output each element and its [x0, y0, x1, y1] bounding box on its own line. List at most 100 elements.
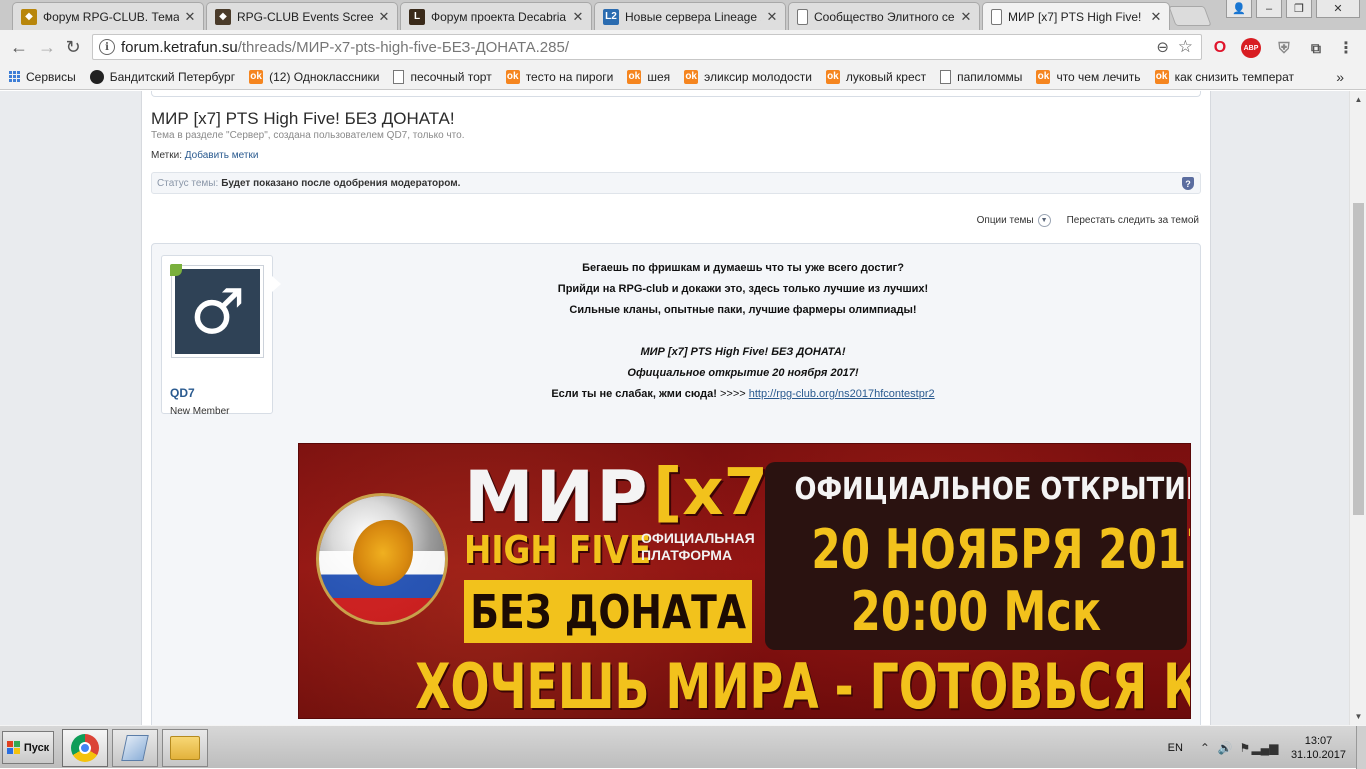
- more-bookmarks-icon[interactable]: »: [1336, 69, 1344, 85]
- close-tab-icon[interactable]: ✕: [765, 9, 779, 25]
- bookmark-label: Бандитский Петербург: [109, 69, 236, 84]
- vertical-scrollbar[interactable]: ▲ ▼: [1349, 91, 1366, 725]
- zoom-icon[interactable]: ⊖: [1156, 38, 1169, 56]
- close-tab-icon[interactable]: ✕: [571, 9, 585, 25]
- odnoklassniki-icon: ok: [684, 69, 699, 84]
- tab-title: Форум проекта Decabria.r: [431, 9, 567, 24]
- bookmark-item[interactable]: ok тесто на пироги: [505, 69, 613, 84]
- status-label: Статус темы:: [157, 177, 219, 189]
- browser-tab-1[interactable]: ◆ Форум RPG-CLUB. Тема: М ✕: [12, 2, 204, 30]
- close-tab-icon[interactable]: ✕: [377, 9, 391, 25]
- odnoklassniki-icon: ok: [825, 69, 840, 84]
- add-tags-link[interactable]: Добавить метки: [185, 150, 259, 161]
- bookmark-item[interactable]: ok (12) Одноклассники: [249, 69, 379, 84]
- new-tab-button[interactable]: [1168, 6, 1212, 26]
- bookmark-item[interactable]: песочный торт: [393, 69, 492, 84]
- scroll-up-icon[interactable]: ▲: [1350, 91, 1366, 108]
- bookmark-item[interactable]: ok шея: [627, 69, 670, 84]
- tab-title: Форум RPG-CLUB. Тема: М: [43, 9, 179, 24]
- adblock-icon[interactable]: ABP: [1241, 38, 1261, 58]
- scroll-down-icon[interactable]: ▼: [1350, 708, 1366, 725]
- browser-tab-2[interactable]: ◆ RPG-CLUB Events Screensh ✕: [206, 2, 398, 30]
- close-tab-icon[interactable]: ✕: [1149, 9, 1163, 25]
- taskbar-notes[interactable]: [112, 729, 158, 767]
- address-bar[interactable]: i forum.ketrafun.su /threads/МИР-x7-pts-…: [92, 34, 1202, 60]
- banner-opening-panel: ОФИЦИАЛЬНОЕ ОТКРЫТИЕ 20 НОЯБРЯ 2017 20:0…: [765, 462, 1191, 650]
- notepad-icon: [121, 735, 149, 761]
- network-icon[interactable]: ▂▄▆: [1251, 740, 1278, 756]
- tab-title: Сообщество Элитного сер: [814, 9, 955, 24]
- help-icon[interactable]: ?: [1182, 177, 1194, 190]
- page-icon: [393, 69, 405, 84]
- bookmark-item[interactable]: ok что чем лечить: [1036, 69, 1141, 84]
- shield-icon[interactable]: ⛨: [1274, 38, 1294, 58]
- bookmark-item[interactable]: ok луковый крест: [825, 69, 927, 84]
- page-title: МИР [x7] PTS High Five! БЕЗ ДОНАТА!: [151, 109, 455, 128]
- online-indicator: [170, 264, 182, 276]
- taskbar-chrome[interactable]: [62, 729, 108, 767]
- user-info-box: ♂ QD7 New Member: [161, 255, 281, 417]
- bookmark-label: что чем лечить: [1056, 69, 1141, 84]
- bookmark-apps[interactable]: Сервисы: [8, 70, 76, 84]
- username-link[interactable]: QD7: [170, 386, 195, 400]
- odnoklassniki-icon: ok: [627, 69, 642, 84]
- male-symbol-icon: ♂: [175, 269, 260, 354]
- bookmark-label: песочный торт: [410, 69, 492, 84]
- clock[interactable]: 13:07 31.10.2017: [1291, 734, 1346, 762]
- bookmark-label: луковый крест: [845, 69, 927, 84]
- site-info-icon[interactable]: i: [99, 39, 115, 55]
- menu-icon[interactable]: ⋮: [1336, 38, 1356, 58]
- window-controls: 👤 ‒ ❐ ✕: [1226, 0, 1360, 18]
- thread-options-link[interactable]: Опции темы: [977, 215, 1034, 226]
- minimize-icon[interactable]: ‒: [1256, 0, 1282, 18]
- avatar[interactable]: ♂: [171, 265, 264, 358]
- bookmark-item[interactable]: Бандитский Петербург: [89, 69, 236, 84]
- browser-tab-5[interactable]: Сообщество Элитного сер ✕: [788, 2, 980, 30]
- page-icon: [991, 9, 1002, 25]
- user-icon[interactable]: 👤: [1226, 0, 1252, 18]
- banner-platform: ОФИЦИАЛЬНАЯ ПЛАТФОРМА: [641, 530, 755, 563]
- close-window-icon[interactable]: ✕: [1316, 0, 1360, 18]
- userbox-pointer: [272, 276, 281, 292]
- close-tab-icon[interactable]: ✕: [959, 9, 973, 25]
- tab-strip: ◆ Форум RPG-CLUB. Тема: М ✕ ◆ RPG-CLUB E…: [0, 0, 1366, 31]
- opera-icon[interactable]: O: [1210, 38, 1230, 58]
- thread-status: Статус темы: Будет показано после одобре…: [151, 172, 1201, 194]
- system-tray: EN ⌃ 🔊 ⚑ ▂▄▆ 13:07 31.10.2017: [1168, 726, 1366, 769]
- tray-expand-icon[interactable]: ⌃: [1197, 740, 1213, 756]
- promo-link[interactable]: http://rpg-club.org/ns2017hfcontestpr2: [749, 388, 935, 400]
- back-icon[interactable]: ←: [8, 36, 30, 58]
- rpgclub-events-icon: ◆: [215, 8, 231, 25]
- start-button[interactable]: Пуск: [2, 731, 54, 764]
- show-desktop-button[interactable]: [1356, 726, 1366, 769]
- url-path: /threads/МИР-x7-pts-high-five-БЕЗ-ДОНАТА…: [237, 38, 569, 56]
- close-tab-icon[interactable]: ✕: [183, 9, 197, 25]
- odnoklassniki-icon: ok: [1154, 69, 1169, 84]
- promo-banner-image[interactable]: МИР [x7] HIGH FIVE ОФИЦИАЛЬНАЯ ПЛАТФОРМА…: [298, 443, 1191, 719]
- page-viewport: МИР [x7] PTS High Five! БЕЗ ДОНАТА! Тема…: [0, 91, 1349, 725]
- banner-official-opening: ОФИЦИАЛЬНОЕ ОТКРЫТИЕ: [794, 472, 1191, 507]
- scrollbar-thumb[interactable]: [1353, 203, 1364, 515]
- language-indicator[interactable]: EN: [1168, 742, 1183, 754]
- browser-tab-3[interactable]: L Форум проекта Decabria.r ✕: [400, 2, 592, 30]
- browser-toolbar: ← → ↻ i forum.ketrafun.su /threads/МИР-x…: [0, 30, 1366, 64]
- banner-time: 20:00 Мск: [850, 580, 1102, 643]
- taskbar-explorer[interactable]: [162, 729, 208, 767]
- restore-icon[interactable]: ❐: [1286, 0, 1312, 18]
- globe-firebird-logo: [319, 496, 445, 622]
- unwatch-thread-link[interactable]: Перестать следить за темой: [1067, 215, 1199, 226]
- bookmark-item[interactable]: ok как снизить температ: [1154, 69, 1294, 84]
- reload-icon[interactable]: ↻: [62, 36, 84, 58]
- volume-icon[interactable]: 🔊: [1217, 740, 1233, 756]
- browser-tab-4[interactable]: L2 Новые сервера Lineage 2 ✕: [594, 2, 786, 30]
- clock-date: 31.10.2017: [1290, 748, 1346, 761]
- bookmark-item[interactable]: ok эликсир молодости: [684, 69, 812, 84]
- browser-tab-active[interactable]: МИР [x7] PTS High Five! БЕ ✕: [982, 2, 1170, 31]
- extension-icon[interactable]: ⧉: [1306, 38, 1326, 58]
- chevron-down-icon[interactable]: ▼: [1037, 214, 1051, 227]
- forward-icon[interactable]: →: [36, 36, 58, 58]
- tags-label: Метки:: [151, 150, 182, 161]
- bookmark-star-icon[interactable]: ☆: [1178, 37, 1193, 57]
- bookmark-item[interactable]: папиломмы: [940, 69, 1022, 84]
- gangster-icon: [89, 69, 104, 84]
